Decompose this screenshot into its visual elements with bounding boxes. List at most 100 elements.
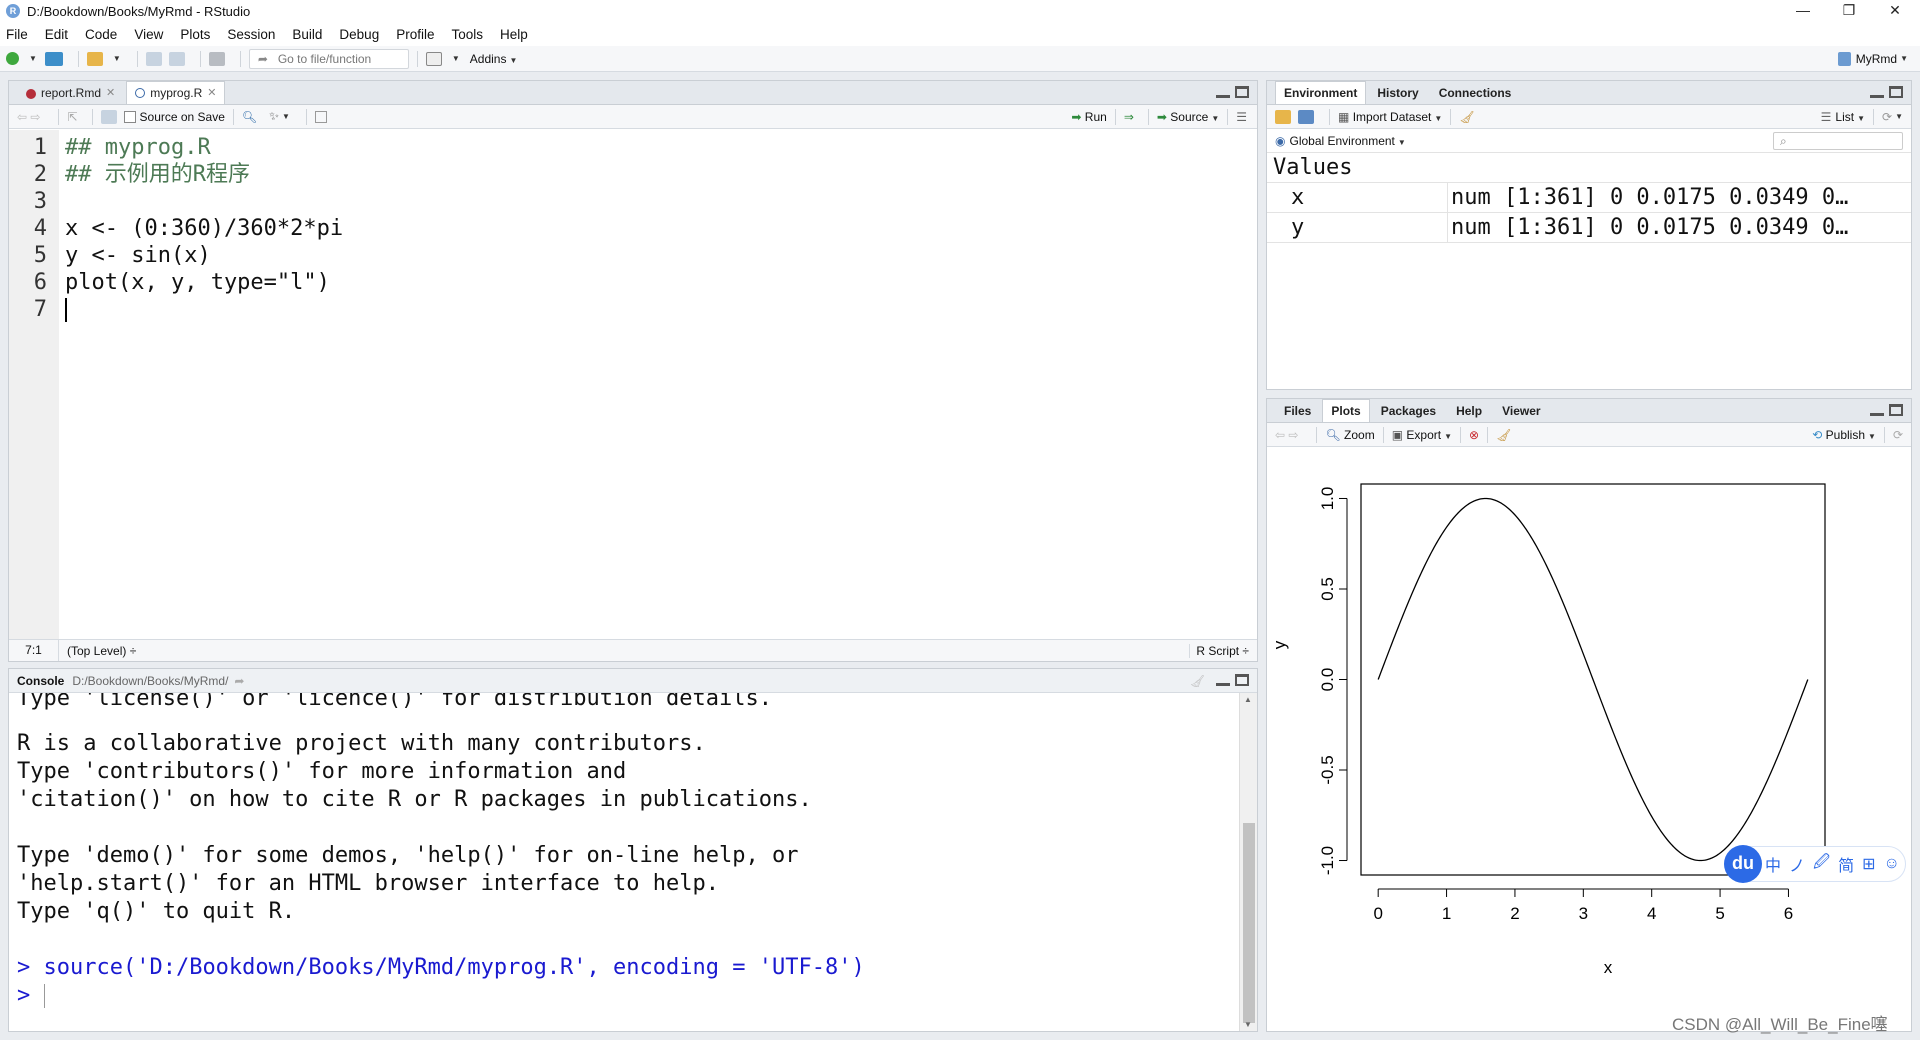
menu-build[interactable]: Build	[292, 27, 322, 42]
maximize-pane-icon[interactable]	[1235, 86, 1249, 98]
load-workspace-icon[interactable]	[1275, 109, 1291, 124]
console-prompt-line[interactable]: >	[17, 982, 45, 1010]
open-file-icon[interactable]	[86, 51, 103, 66]
text-cursor	[65, 298, 67, 322]
ime-chinese-mode[interactable]: 中	[1765, 852, 1781, 876]
minimize-window-button[interactable]: —	[1780, 0, 1826, 22]
clear-console-icon[interactable]: 🧹︎	[1190, 674, 1205, 688]
file-type-selector[interactable]: R Script ÷	[1189, 643, 1249, 658]
tab-report-rmd[interactable]: report.Rmd ✕	[17, 82, 124, 104]
minimize-pane-icon[interactable]	[1216, 674, 1230, 686]
plot-back-forward-icon[interactable]: ⇦ ⇨	[1275, 428, 1298, 442]
code-editor[interactable]: 1 ## myprog.R 2 ## 示例用的R程序 3 4x <- (0:360)…	[9, 130, 1257, 640]
tab-viewer[interactable]: Viewer	[1493, 400, 1549, 422]
remove-plot-icon[interactable]: ⊗	[1469, 428, 1479, 442]
tab-environment[interactable]: Environment	[1275, 81, 1367, 104]
close-tab-icon[interactable]: ✕	[106, 83, 115, 104]
x-axis-label: x	[1604, 958, 1613, 977]
tab-files[interactable]: Files	[1275, 400, 1320, 422]
go-to-dir-icon[interactable]: ➦	[234, 674, 244, 688]
clear-broom-icon[interactable]: 🧹︎	[1459, 110, 1474, 124]
menu-debug[interactable]: Debug	[339, 27, 379, 42]
console-line: 'help.start()' for an HTML browser inter…	[17, 871, 719, 896]
document-outline-icon[interactable]: ☰	[1236, 110, 1247, 124]
maximize-pane-icon[interactable]	[1235, 674, 1249, 686]
import-dataset-button[interactable]: ▦ Import Dataset ▼	[1338, 110, 1442, 124]
save-all-icon[interactable]	[168, 51, 185, 66]
menu-tools[interactable]: Tools	[451, 27, 483, 42]
project-menu[interactable]: MyRmd ▼	[1837, 51, 1908, 66]
ime-toolbox-icon[interactable]: ⊞	[1862, 854, 1875, 874]
maximize-pane-icon[interactable]	[1889, 404, 1903, 416]
menu-view[interactable]: View	[134, 27, 163, 42]
print-icon[interactable]	[208, 51, 225, 66]
source-on-save-checkbox[interactable]	[123, 110, 136, 123]
menu-file[interactable]: File	[6, 27, 28, 42]
show-in-window-icon[interactable]: ⇱	[67, 110, 77, 124]
menu-code[interactable]: Code	[85, 27, 117, 42]
menu-help[interactable]: Help	[500, 27, 528, 42]
environment-search-input[interactable]: ⌕	[1773, 131, 1903, 150]
tab-console[interactable]: Console	[17, 674, 64, 688]
scope-selector[interactable]: (Top Level) ÷	[59, 644, 136, 658]
console-working-dir[interactable]: D:/Bookdown/Books/MyRmd/	[72, 674, 228, 688]
back-forward-icon[interactable]: ⇦ ⇨	[17, 110, 40, 124]
console-line: 'citation()' on how to cite R or R packa…	[17, 787, 812, 812]
close-window-button[interactable]: ✕	[1872, 0, 1918, 22]
menu-session[interactable]: Session	[227, 27, 275, 42]
maximize-pane-icon[interactable]	[1889, 86, 1903, 98]
workspace-panes-icon[interactable]	[425, 51, 442, 66]
minimize-pane-icon[interactable]	[1870, 404, 1884, 416]
rmd-file-icon	[26, 88, 36, 99]
tab-plots[interactable]: Plots	[1322, 399, 1370, 422]
ime-fullwidth-icon[interactable]: ノ	[1789, 852, 1805, 876]
list-view-selector[interactable]: List ▼	[1835, 110, 1865, 124]
environment-row[interactable]: y num [1:361] 0 0.0175 0.0349 0…	[1267, 213, 1911, 243]
tab-history[interactable]: History	[1368, 82, 1427, 104]
tab-connections[interactable]: Connections	[1430, 82, 1521, 104]
save-workspace-icon[interactable]	[1298, 109, 1314, 124]
maximize-window-button[interactable]: ❐	[1826, 0, 1872, 22]
tab-packages[interactable]: Packages	[1372, 400, 1445, 422]
refresh-icon[interactable]: ⟳	[1882, 110, 1892, 124]
save-icon[interactable]	[145, 51, 162, 66]
run-button[interactable]: ➡ Run	[1071, 110, 1106, 124]
close-tab-icon[interactable]: ✕	[207, 83, 216, 104]
addins-menu[interactable]: Addins ▼	[470, 52, 518, 66]
menu-profile[interactable]: Profile	[396, 27, 434, 42]
environment-scope-selector[interactable]: Global Environment ▼	[1289, 134, 1405, 148]
ime-handwrite-icon[interactable]: 🖉	[1813, 851, 1830, 878]
x-axis: 0 1 2 3 4 5 6	[1373, 888, 1793, 923]
source-editor-pane: report.Rmd ✕ myprog.R ✕ ⇦ ⇨ ⇱ Source on Sa…	[8, 80, 1258, 662]
minimize-pane-icon[interactable]	[1870, 86, 1884, 98]
source-button[interactable]: ➡ Source ▼	[1157, 110, 1219, 124]
minimize-pane-icon[interactable]	[1216, 86, 1230, 98]
compile-report-icon[interactable]	[314, 110, 327, 123]
tab-myprog-r[interactable]: myprog.R ✕	[126, 81, 226, 104]
save-icon[interactable]	[100, 109, 117, 124]
tab-help[interactable]: Help	[1447, 400, 1491, 422]
go-to-file-input[interactable]: ➦ Go to file/function	[248, 48, 409, 69]
plots-toolbar: ⇦ ⇨ 🔍︎ Zoom ▣ Export ▼ ⊗ 🧹︎ ⟲ Publish ▼ ⟳	[1267, 423, 1911, 447]
publish-button[interactable]: ⟲ Publish ▼	[1812, 428, 1876, 442]
refresh-icon[interactable]: ⟳	[1893, 428, 1903, 442]
menu-plots[interactable]: Plots	[180, 27, 210, 42]
zoom-button[interactable]: 🔍︎ Zoom	[1325, 428, 1374, 442]
console-scrollbar[interactable]: ▲ ▼	[1239, 693, 1257, 1031]
ime-emoji-icon[interactable]: ☺	[1884, 855, 1900, 873]
x-tick-label: 6	[1784, 904, 1793, 923]
scrollbar-thumb[interactable]	[1243, 823, 1255, 1023]
environment-row[interactable]: x num [1:361] 0 0.0175 0.0349 0…	[1267, 183, 1911, 213]
export-button[interactable]: ▣ Export ▼	[1392, 428, 1452, 442]
new-file-icon[interactable]	[6, 52, 19, 65]
new-project-icon[interactable]	[44, 51, 63, 66]
rerun-icon[interactable]: ⇒	[1124, 110, 1134, 124]
y-tick-label: -0.5	[1318, 755, 1337, 784]
search-icon[interactable]: 🔍︎	[242, 110, 257, 124]
clear-plots-broom-icon[interactable]: 🧹︎	[1496, 428, 1511, 442]
ime-simplified-toggle[interactable]: 简	[1838, 852, 1854, 876]
baidu-ime-logo[interactable]: du	[1724, 845, 1762, 883]
menu-edit[interactable]: Edit	[45, 27, 68, 42]
code-tools-wand-icon[interactable]: ✨︎	[269, 109, 279, 124]
console-output[interactable]: Type 'license()' or 'licence()' for dist…	[9, 693, 1239, 1031]
